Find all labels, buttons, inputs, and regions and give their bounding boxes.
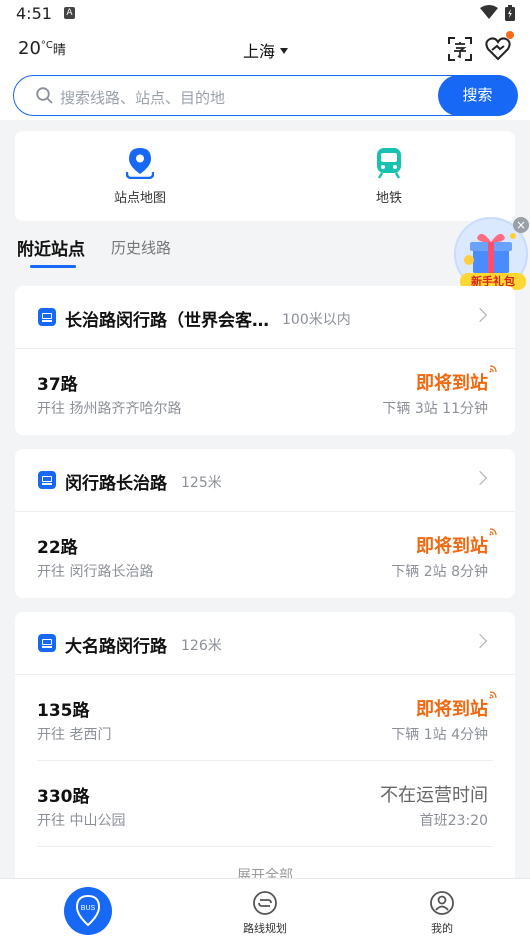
route-direction: 开往 老西门 (37, 727, 112, 743)
close-promo-icon[interactable]: × (513, 217, 529, 233)
route-row[interactable]: 37路 开往 扬州路齐齐哈尔路 即将到站 下辆 3站 11分钟 (15, 349, 515, 435)
bus-stop-icon (38, 634, 56, 652)
tab-active-indicator (30, 265, 76, 268)
route-row[interactable]: 135路 开往 老西门 即将到站 下辆 1站 4分钟 (15, 675, 515, 761)
care-mode-icon[interactable] (485, 36, 511, 62)
route-row[interactable]: 22路 开往 闵行路长治路 即将到站 下辆 2站 8分钟 (15, 512, 515, 598)
stop-distance: 125米 (181, 475, 222, 491)
text-scan-icon[interactable] (447, 36, 473, 62)
battery-icon (505, 5, 515, 21)
arrival-status: 即将到站 (416, 699, 488, 720)
stop-card: 长治路闵行路（世界会客… 100米以内 37路 开往 扬州路齐齐哈尔路 即将到站… (15, 286, 515, 435)
search-bar[interactable]: 搜索线路、站点、目的地 搜索 (13, 74, 518, 116)
weather-widget[interactable]: 20°C晴 (18, 38, 66, 59)
nav-bus-tab[interactable]: BUS (64, 887, 112, 935)
route-row[interactable]: 330路 开往 中山公园 不在运营时间 首班23:20 (15, 761, 515, 847)
caret-down-icon (280, 47, 289, 54)
bus-stop-icon (38, 471, 56, 489)
chevron-right-icon (472, 307, 488, 323)
temperature: 20 (18, 38, 41, 59)
realtime-signal-icon (489, 528, 497, 536)
route-name: 22路 (37, 538, 78, 558)
station-map-button[interactable]: 站点地图 (80, 147, 200, 206)
route-name: 37路 (37, 375, 78, 395)
stop-distance: 126米 (181, 638, 222, 654)
bus-stop-icon (38, 308, 56, 326)
stop-distance: 100米以内 (282, 312, 351, 328)
nav-bus-label: BUS (81, 905, 96, 912)
notification-icon: A (64, 7, 75, 19)
status-time: 4:51 (16, 4, 52, 23)
nav-profile-tab[interactable]: 我的 (402, 890, 482, 936)
arrival-status: 即将到站 (416, 373, 488, 394)
stop-name: 大名路闵行路 (65, 637, 167, 657)
nav-profile-label: 我的 (431, 922, 453, 935)
arrival-status: 不在运营时间 (380, 785, 488, 806)
bus-pin-icon: BUS (75, 894, 101, 927)
profile-icon (430, 891, 454, 915)
arrival-info: 下辆 2站 8分钟 (391, 564, 488, 580)
stop-name: 闵行路长治路 (65, 474, 167, 494)
search-input[interactable]: 搜索线路、站点、目的地 (60, 87, 225, 108)
arrival-info: 下辆 3站 11分钟 (382, 401, 488, 417)
tab-history-routes[interactable]: 历史线路 (111, 237, 171, 258)
station-map-label: 站点地图 (113, 191, 166, 206)
realtime-signal-icon (489, 365, 497, 373)
route-name: 330路 (37, 787, 90, 807)
temperature-unit: °C (40, 40, 53, 51)
route-name: 135路 (37, 701, 90, 721)
nav-route-planning-tab[interactable]: 路线规划 (225, 890, 305, 936)
chevron-right-icon (472, 633, 488, 649)
route-direction: 开往 闵行路长治路 (37, 564, 154, 580)
stop-header[interactable]: 大名路闵行路 126米 (15, 612, 515, 675)
realtime-signal-icon (489, 691, 497, 699)
search-button[interactable]: 搜索 (437, 74, 518, 116)
arrival-status: 即将到站 (416, 536, 488, 557)
map-pin-icon (126, 148, 154, 179)
quick-access-card: 站点地图 地铁 (15, 131, 515, 221)
stop-card: 闵行路长治路 125米 22路 开往 闵行路长治路 即将到站 下辆 2站 8分钟 (15, 449, 515, 598)
route-planning-icon (253, 891, 277, 915)
chevron-right-icon (472, 470, 488, 486)
tab-nearby-stops[interactable]: 附近站点 (17, 235, 85, 260)
city-name: 上海 (243, 42, 276, 61)
city-selector[interactable]: 上海 (243, 38, 289, 62)
search-icon (36, 87, 53, 104)
notification-dot (506, 31, 514, 39)
metro-icon (377, 148, 401, 179)
route-direction: 开往 中山公园 (37, 813, 126, 829)
first-bus-time: 首班23:20 (419, 813, 488, 829)
weather-text: 晴 (52, 43, 66, 58)
metro-label: 地铁 (375, 191, 402, 206)
arrival-info: 下辆 1站 4分钟 (391, 727, 488, 743)
route-direction: 开往 扬州路齐齐哈尔路 (37, 401, 182, 417)
status-bar: 4:51 A (0, 0, 530, 28)
wifi-icon (480, 5, 498, 19)
nav-route-planning-label: 路线规划 (243, 922, 287, 935)
stop-header[interactable]: 长治路闵行路（世界会客… 100米以内 (15, 286, 515, 349)
metro-button[interactable]: 地铁 (329, 147, 449, 206)
stop-card: 大名路闵行路 126米 135路 开往 老西门 即将到站 下辆 1站 4分钟 3… (15, 612, 515, 892)
stop-header[interactable]: 闵行路长治路 125米 (15, 449, 515, 512)
stop-name: 长治路闵行路（世界会客… (65, 311, 269, 331)
